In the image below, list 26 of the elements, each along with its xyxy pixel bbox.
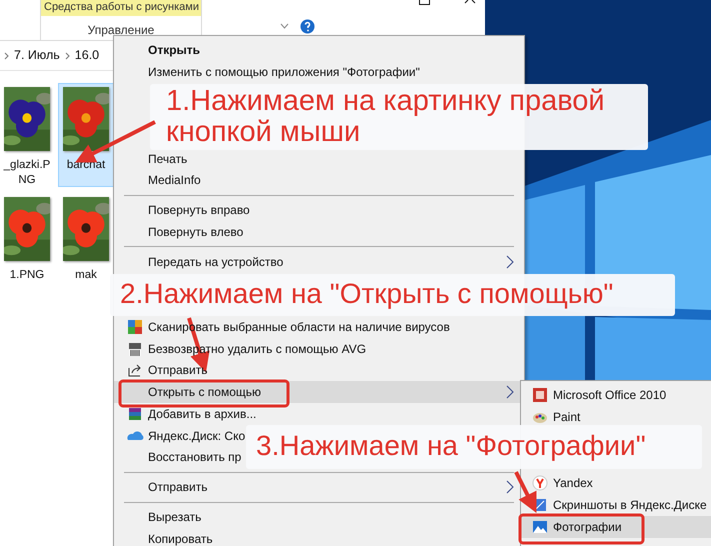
menu-item-label: Отправить <box>148 362 208 380</box>
menu-item-label: MediaInfo <box>148 172 201 190</box>
instruction-tooltip: 2.Нажимаем на "Открыть с помощью" <box>110 274 675 316</box>
menu-item-label: Фотографии <box>553 519 622 536</box>
instruction-tooltip: 1.Нажимаем на картинку правой кнопкой мыши <box>150 84 648 150</box>
menu-item-label: Paint <box>553 409 580 426</box>
menu-item-label: Microsoft Office 2010 <box>553 387 666 404</box>
menu-item-label: Печать <box>148 150 188 168</box>
file-name: mak <box>74 268 98 283</box>
file-name: 1.PNG <box>8 268 46 283</box>
menu-item-label: Повернуть влево <box>148 224 244 241</box>
file-name: _glazki.PNG <box>2 158 52 188</box>
menu-item-label: Повернуть вправо <box>148 202 250 220</box>
menu-item-label: Скриншоты в Яндекс.Диске <box>553 497 707 514</box>
file-name: barchat <box>66 158 106 173</box>
menu-item-label: Отправить <box>148 479 208 496</box>
menu-item-label: Открыть <box>148 42 200 59</box>
instruction-tooltip: 3.Нажимаем на "Фотографии" <box>246 425 702 469</box>
menu-item-label: Вырезать <box>148 508 202 526</box>
menu-item-label: Передать на устройство <box>148 254 284 271</box>
menu-item-label: Yandex <box>553 475 593 492</box>
menu-item-label: Открыть с помощью <box>148 384 262 402</box>
menu-item-label: Изменить с помощью приложения "Фотографии" <box>148 64 420 81</box>
menu-item-label: Копировать <box>148 530 213 546</box>
menu-item-label: Добавить в архив... <box>148 406 256 423</box>
menu-item-label: Яндекс.Диск: Ско <box>148 428 246 445</box>
